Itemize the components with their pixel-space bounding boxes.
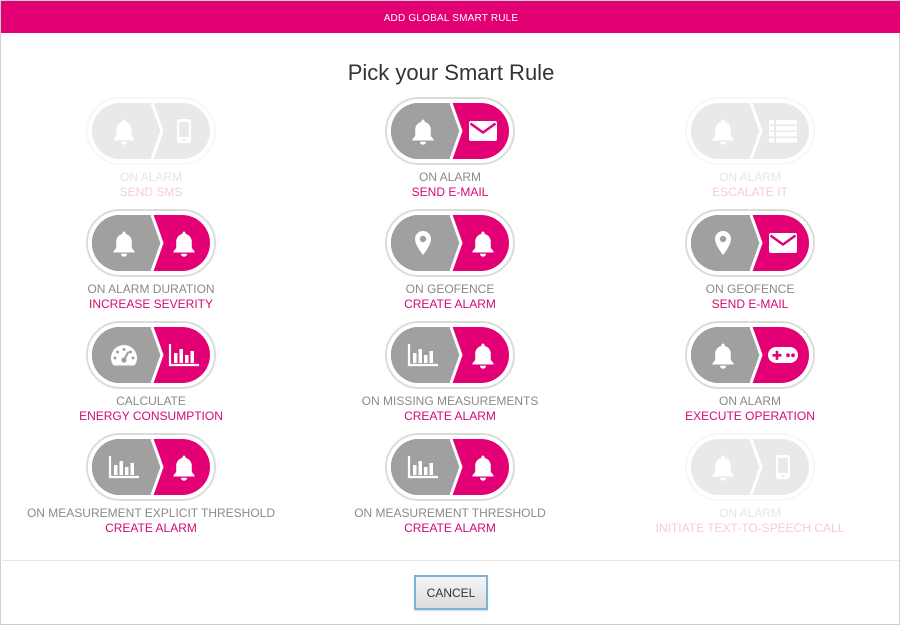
map-marker-icon bbox=[395, 215, 451, 271]
rule-toggle[interactable] bbox=[86, 321, 216, 389]
rule-toggle[interactable] bbox=[685, 209, 815, 277]
rule-action-label: ESCALATE IT bbox=[712, 185, 788, 199]
footer-divider bbox=[2, 560, 899, 561]
rule-card[interactable]: ON MISSING MEASUREMENTS CREATE ALARM bbox=[320, 321, 580, 431]
rule-card[interactable]: CALCULATE ENERGY CONSUMPTION bbox=[21, 321, 281, 431]
rule-action-label: CREATE ALARM bbox=[404, 521, 496, 535]
rule-card[interactable]: ON GEOFENCE CREATE ALARM bbox=[320, 209, 580, 319]
gauge-icon bbox=[96, 327, 152, 383]
bar-chart-icon bbox=[395, 327, 451, 383]
rule-trigger-label: ON ALARM bbox=[718, 506, 781, 520]
rule-trigger-label: ON ALARM bbox=[718, 170, 781, 184]
page-title: Pick your Smart Rule bbox=[347, 60, 555, 85]
rule-toggle[interactable] bbox=[385, 209, 515, 277]
bar-chart-icon bbox=[156, 327, 210, 383]
rule-toggle[interactable] bbox=[385, 321, 515, 389]
rule-action-label: CREATE ALARM bbox=[404, 297, 496, 311]
rule-action-label: SEND SMS bbox=[119, 185, 183, 199]
bell-icon bbox=[695, 439, 751, 495]
bar-chart-icon bbox=[395, 439, 451, 495]
bell-icon bbox=[96, 103, 152, 159]
rule-trigger-label: ON GEOFENCE bbox=[405, 282, 495, 296]
rule-card[interactable]: ON MEASUREMENT THRESHOLD CREATE ALARM bbox=[320, 433, 580, 543]
rule-action-label: CREATE ALARM bbox=[105, 521, 197, 535]
gamepad-icon bbox=[755, 327, 809, 383]
rule-toggle bbox=[86, 97, 216, 165]
bell-icon bbox=[695, 103, 751, 159]
rule-trigger-label: ON ALARM bbox=[718, 394, 781, 408]
rule-trigger-label: ON MISSING MEASUREMENTS bbox=[361, 394, 539, 408]
rule-toggle bbox=[685, 97, 815, 165]
bell-icon bbox=[455, 439, 509, 495]
list-icon bbox=[755, 103, 809, 159]
rule-action-label: CREATE ALARM bbox=[404, 409, 496, 423]
rule-toggle[interactable] bbox=[86, 209, 216, 277]
rule-action-label: SEND E-MAIL bbox=[411, 185, 489, 199]
rule-toggle[interactable] bbox=[86, 433, 216, 501]
bell-icon bbox=[156, 215, 210, 271]
rule-card[interactable]: ON ALARM EXECUTE OPERATION bbox=[620, 321, 880, 431]
rule-action-label: SEND E-MAIL bbox=[711, 297, 789, 311]
bell-icon bbox=[695, 327, 751, 383]
rule-card: ON ALARM SEND SMS bbox=[21, 97, 281, 207]
bell-icon bbox=[395, 103, 451, 159]
bell-icon bbox=[156, 439, 210, 495]
rule-card[interactable]: ON ALARM SEND E-MAIL bbox=[320, 97, 580, 207]
rule-card[interactable]: ON GEOFENCE SEND E-MAIL bbox=[620, 209, 880, 319]
rule-card: ON ALARM INITIATE TEXT-TO-SPEECH CALL bbox=[620, 433, 880, 543]
envelope-icon bbox=[755, 215, 809, 271]
rule-trigger-label: ON ALARM bbox=[418, 170, 481, 184]
mobile-phone-icon bbox=[755, 439, 809, 495]
rule-card[interactable]: ON ALARM DURATION INCREASE SEVERITY bbox=[21, 209, 281, 319]
map-marker-icon bbox=[695, 215, 751, 271]
rule-trigger-label: ON MEASUREMENT THRESHOLD bbox=[354, 506, 546, 520]
cancel-button[interactable]: CANCEL bbox=[414, 575, 488, 610]
rule-card: ON ALARM ESCALATE IT bbox=[620, 97, 880, 207]
rule-trigger-label: ON ALARM DURATION bbox=[87, 282, 215, 296]
rule-trigger-label: ON ALARM bbox=[119, 170, 182, 184]
bell-icon bbox=[96, 215, 152, 271]
dialog-header: ADD GLOBAL SMART RULE bbox=[1, 1, 900, 33]
rule-trigger-label: ON MEASUREMENT EXPLICIT THRESHOLD bbox=[26, 506, 276, 520]
rule-toggle[interactable] bbox=[685, 321, 815, 389]
rule-toggle bbox=[685, 433, 815, 501]
bar-chart-icon bbox=[96, 439, 152, 495]
rule-trigger-label: CALCULATE bbox=[116, 394, 186, 408]
rule-action-label: ENERGY CONSUMPTION bbox=[79, 409, 223, 423]
bell-icon bbox=[455, 215, 509, 271]
rule-action-label: INITIATE TEXT-TO-SPEECH CALL bbox=[655, 521, 845, 535]
rule-action-label: EXECUTE OPERATION bbox=[685, 409, 815, 423]
rule-card[interactable]: ON MEASUREMENT EXPLICIT THRESHOLD CREATE … bbox=[21, 433, 281, 543]
rule-trigger-label: ON GEOFENCE bbox=[705, 282, 795, 296]
rule-action-label: INCREASE SEVERITY bbox=[88, 297, 214, 311]
rule-toggle[interactable] bbox=[385, 97, 515, 165]
rule-toggle[interactable] bbox=[385, 433, 515, 501]
bell-icon bbox=[455, 327, 509, 383]
envelope-icon bbox=[455, 103, 509, 159]
smart-rule-dialog: ADD GLOBAL SMART RULE Pick your Smart Ru… bbox=[0, 0, 900, 625]
mobile-phone-icon bbox=[156, 103, 210, 159]
